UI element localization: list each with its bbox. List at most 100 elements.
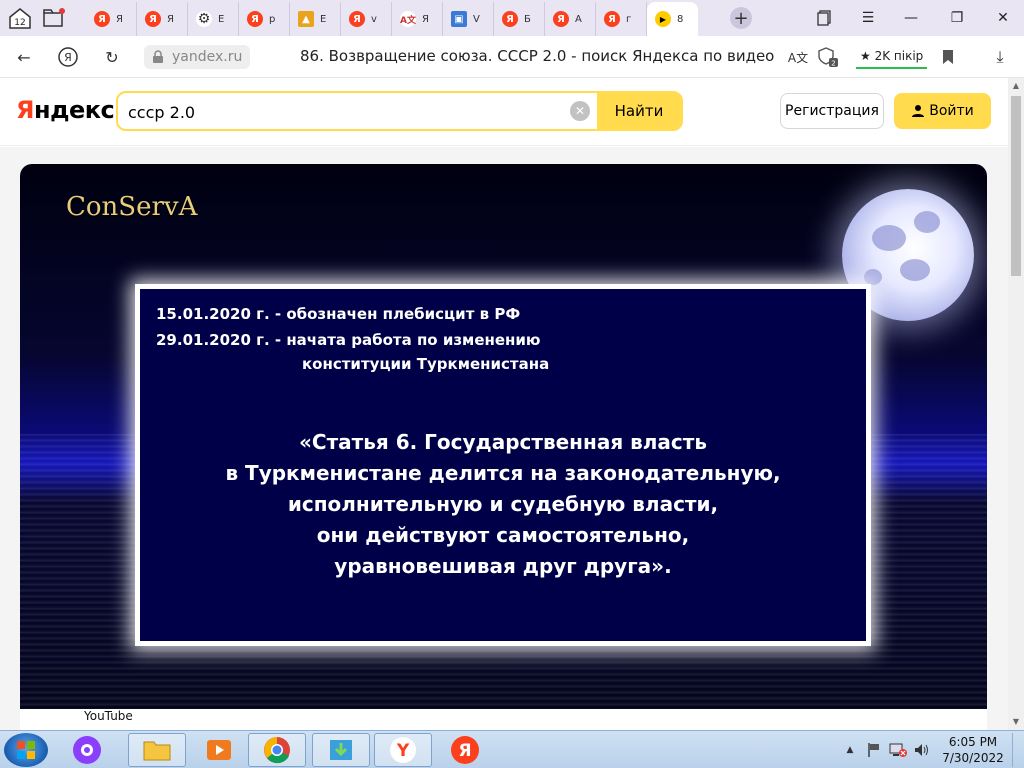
translate-icon: A文 xyxy=(400,11,416,27)
restore-icon: ❐ xyxy=(950,10,964,26)
logo-first-letter: Я xyxy=(16,96,34,124)
date-line-1: 15.01.2020 г. - обозначен плебисцит в РФ xyxy=(156,305,521,323)
tray-network[interactable] xyxy=(888,733,908,767)
folder-icon xyxy=(43,8,65,27)
alice-app[interactable] xyxy=(58,733,116,767)
video-play-icon: ▶ xyxy=(655,11,671,27)
image-icon: ▲ xyxy=(298,11,314,27)
network-error-icon xyxy=(889,743,907,757)
tab-4[interactable]: Яр xyxy=(239,2,290,36)
tab-12-active[interactable]: ▶ 8 xyxy=(647,2,698,36)
menu-button[interactable]: ☰ xyxy=(855,6,881,30)
quote-block: «Статья 6. Государственная власть в Турк… xyxy=(140,427,866,582)
yandex-browser-icon: Y xyxy=(390,737,416,763)
page-scrollbar[interactable]: ▲ ▼ xyxy=(1008,78,1024,730)
download-icon: ⤓ xyxy=(996,47,1004,66)
register-button[interactable]: Регистрация xyxy=(780,93,884,129)
video-source-strip: YouTube xyxy=(20,709,987,730)
tab-10[interactable]: ЯА xyxy=(545,2,596,36)
chrome-icon xyxy=(264,737,290,764)
close-icon: ✕ xyxy=(997,10,1009,26)
yandex-browser-app[interactable]: Y xyxy=(374,733,432,767)
search-input[interactable] xyxy=(128,101,568,123)
arrow-left-icon: ← xyxy=(17,47,31,67)
page-title: 86. Возвращение союза. СССР 2.0 - поиск … xyxy=(300,47,775,65)
flag-icon xyxy=(868,743,879,757)
downloads-button[interactable]: ⤓ xyxy=(988,46,1012,68)
yandex-icon: Я xyxy=(247,11,263,27)
tab-counter-button[interactable]: 12 xyxy=(6,4,34,32)
tab-1[interactable]: ЯЯ xyxy=(86,2,137,36)
quote-line: исполнительную и судебную власти, xyxy=(287,492,719,516)
source-label[interactable]: YouTube xyxy=(84,709,133,723)
svg-text:12: 12 xyxy=(14,18,25,28)
bookmark-button[interactable] xyxy=(936,46,960,68)
quote-line: «Статья 6. Государственная власть xyxy=(298,430,708,454)
quote-line: в Туркменистане делится на законодательн… xyxy=(225,461,781,485)
login-label: Войти xyxy=(929,103,974,119)
tab-3[interactable]: ⚙ E xyxy=(188,2,239,36)
tray-expand-button[interactable]: ▲ xyxy=(842,733,858,767)
translate-button[interactable]: A文 xyxy=(786,46,810,68)
tab-11[interactable]: Яг xyxy=(596,2,647,36)
yandex-icon: Я xyxy=(553,11,569,27)
scroll-up-icon[interactable]: ▲ xyxy=(1011,80,1021,92)
url-host: yandex.ru xyxy=(172,49,243,65)
svg-text:Y: Y xyxy=(396,741,410,761)
new-tab-button[interactable]: + xyxy=(730,7,752,29)
tray-action-center[interactable] xyxy=(864,733,884,767)
svg-text:Я: Я xyxy=(64,51,72,64)
tab-manager-button[interactable] xyxy=(40,4,68,32)
yandex-home-button[interactable]: Я xyxy=(56,46,80,68)
login-button[interactable]: Войти xyxy=(894,93,991,129)
scroll-down-icon[interactable]: ▼ xyxy=(1011,716,1021,728)
system-clock[interactable]: 6:05 PM 7/30/2022 xyxy=(938,734,1008,766)
media-player-app[interactable] xyxy=(190,733,248,767)
yandex-icon: Я xyxy=(58,47,78,67)
reload-button[interactable]: ↻ xyxy=(100,46,124,68)
svg-text:Я: Я xyxy=(458,741,471,761)
tab-6[interactable]: Яv xyxy=(341,2,392,36)
tab-2[interactable]: ЯЯ xyxy=(137,2,188,36)
address-bar: ← Я ↻ yandex.ru 86. Возвращение союза. С… xyxy=(0,36,1024,78)
restore-button[interactable]: ❐ xyxy=(944,6,970,30)
install-app[interactable] xyxy=(312,733,370,767)
find-button[interactable]: Найти xyxy=(597,93,681,129)
tab-7[interactable]: A文 Я xyxy=(392,2,443,36)
reviews-badge[interactable]: ★ 2K пікір xyxy=(856,45,928,69)
protect-button[interactable]: 2 xyxy=(816,46,840,68)
start-button[interactable] xyxy=(4,733,48,767)
yandex-logo[interactable]: Яндекс xyxy=(16,96,115,124)
date-line-3: конституции Туркменистана xyxy=(302,355,550,373)
explorer-app[interactable] xyxy=(128,733,186,767)
home-icon: 12 xyxy=(9,8,31,29)
folder-icon xyxy=(143,741,171,761)
results-area: ConServA 15.01.2020 г. - обозначен плеби… xyxy=(0,147,1008,730)
close-window-button[interactable]: ✕ xyxy=(990,6,1016,30)
collections-button[interactable] xyxy=(811,6,837,30)
show-desktop-button[interactable] xyxy=(1012,733,1024,767)
yandex-app[interactable]: Я xyxy=(436,733,494,767)
chrome-app[interactable] xyxy=(248,733,306,767)
yandex-icon: Я xyxy=(502,11,518,27)
clock-date: 7/30/2022 xyxy=(942,751,1004,765)
translate-icon: A文 xyxy=(787,50,809,65)
url-field[interactable]: yandex.ru xyxy=(144,45,250,69)
tray-volume[interactable] xyxy=(912,733,932,767)
close-icon: ✕ xyxy=(574,104,586,118)
browser-tab-bar: 12 ЯЯ ЯЯ ⚙ E Яр ▲ E Яv A文 Я ▣ V ЯБ ЯА Яг ▶ 8 … xyxy=(0,0,1024,36)
yandex-icon: Я xyxy=(451,736,479,764)
date-line-2: 29.01.2020 г. - начата работа по изменен… xyxy=(156,331,541,349)
windows-taskbar: Y Я ▲ 6:05 PM 7/30/2022 xyxy=(0,730,1024,768)
computer-icon: ▣ xyxy=(451,11,467,27)
tab-5[interactable]: ▲ E xyxy=(290,2,341,36)
minimize-button[interactable]: — xyxy=(898,6,924,30)
clear-search-button[interactable]: ✕ xyxy=(570,101,590,121)
gear-icon: ⚙ xyxy=(196,11,212,27)
tab-8[interactable]: ▣ V xyxy=(443,2,494,36)
video-player[interactable]: ConServA 15.01.2020 г. - обозначен плеби… xyxy=(20,164,987,709)
tab-9[interactable]: ЯБ xyxy=(494,2,545,36)
user-icon xyxy=(912,105,925,117)
scrollbar-thumb[interactable] xyxy=(1011,96,1021,276)
back-button[interactable]: ← xyxy=(12,46,36,68)
